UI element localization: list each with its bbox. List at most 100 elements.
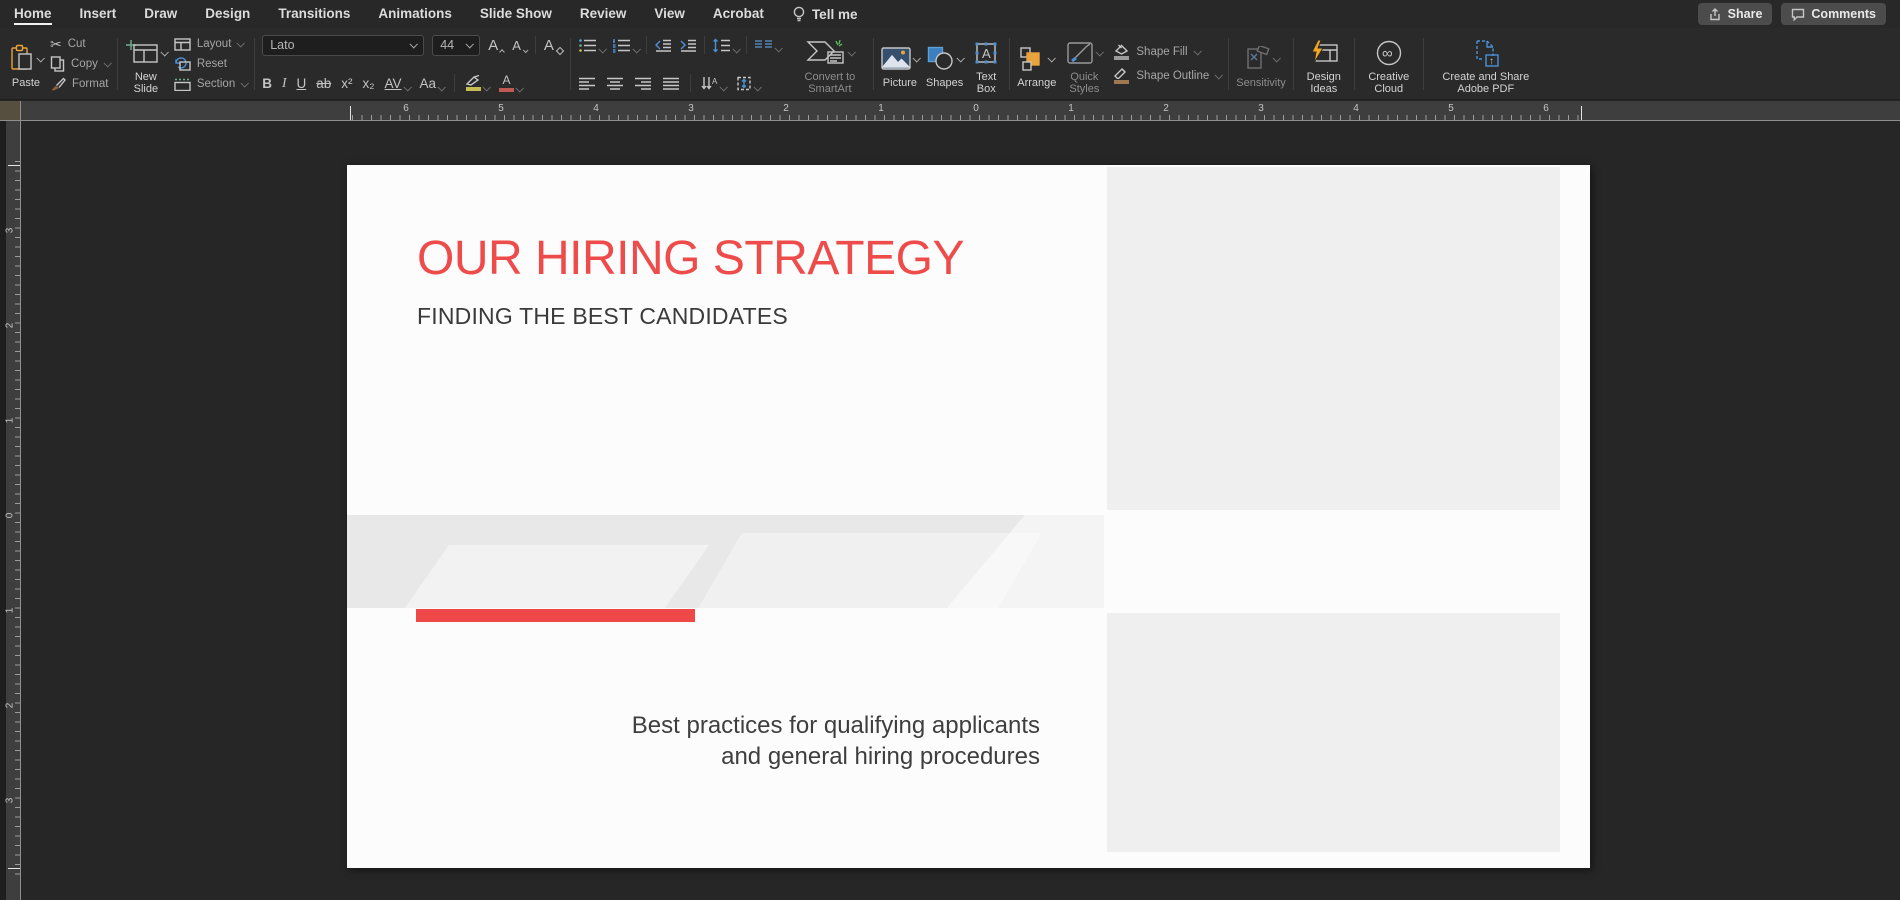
design-ideas-button[interactable]: Design Ideas xyxy=(1301,34,1347,95)
slide-subtitle[interactable]: FINDING THE BEST CANDIDATES xyxy=(417,303,788,330)
align-center-button[interactable] xyxy=(606,77,624,90)
line-spacing-button[interactable] xyxy=(712,38,739,53)
shape-fill-icon xyxy=(1112,44,1130,55)
shapes-button[interactable]: Shapes xyxy=(926,40,963,89)
arrange-button[interactable]: Arrange xyxy=(1017,40,1056,89)
convert-smartart-button[interactable]: Convert to SmartArt xyxy=(794,34,866,95)
decrease-font-button[interactable]: A xyxy=(512,38,527,53)
shape-outline-color-bar xyxy=(1114,80,1129,84)
scissors-icon: ✂ xyxy=(50,36,62,53)
change-case-button[interactable]: Aa xyxy=(420,76,445,91)
paste-button[interactable]: Paste xyxy=(9,40,43,89)
bullets-button[interactable] xyxy=(578,38,605,53)
sensitivity-icon xyxy=(1243,46,1271,72)
ruler-number: 3 xyxy=(688,103,694,114)
text-box-button[interactable]: A Text Box xyxy=(970,34,1002,95)
cut-button[interactable]: ✂ Cut xyxy=(50,36,110,52)
increase-font-button[interactable]: A xyxy=(488,37,504,54)
bold-button[interactable]: B xyxy=(262,76,272,91)
text-box-icon: A xyxy=(973,40,999,66)
accent-bar[interactable] xyxy=(416,609,695,622)
tell-me[interactable]: Tell me xyxy=(792,6,858,23)
tab-draw[interactable]: Draw xyxy=(144,0,177,28)
layout-button[interactable]: Layout xyxy=(174,36,247,52)
copy-label: Copy xyxy=(71,58,98,70)
highlight-color-button[interactable] xyxy=(465,75,489,91)
horizontal-ruler: 6 5 4 3 2 1 0 1 2 3 4 5 6 xyxy=(0,101,1900,121)
numbering-chevron-icon xyxy=(632,45,640,53)
share-button[interactable]: Share xyxy=(1698,3,1773,25)
format-painter-button[interactable]: Format xyxy=(50,76,110,92)
font-color-button[interactable]: A xyxy=(499,74,522,92)
text-direction-chevron-icon xyxy=(719,83,727,91)
strikethrough-button[interactable]: ab xyxy=(316,76,331,91)
image-strip[interactable] xyxy=(347,515,1104,608)
arrange-label: Arrange xyxy=(1017,77,1056,89)
underline-button[interactable]: U xyxy=(296,76,306,91)
paste-label: Paste xyxy=(12,77,40,89)
align-right-button[interactable] xyxy=(634,77,652,90)
tab-insert[interactable]: Insert xyxy=(80,0,117,28)
ruler-number: 6 xyxy=(403,103,409,114)
numbering-button[interactable] xyxy=(612,38,639,53)
columns-button[interactable] xyxy=(754,39,781,52)
font-family-chevron-icon xyxy=(410,40,418,48)
ruler-number: 6 xyxy=(1543,103,1549,114)
font-family-select[interactable]: Lato xyxy=(262,35,424,56)
ruler-number: 1 xyxy=(1068,103,1074,114)
create-share-pdf-button[interactable]: ↑ Create and Share Adobe PDF xyxy=(1431,34,1541,95)
align-left-icon xyxy=(578,77,596,90)
tab-slide-show[interactable]: Slide Show xyxy=(480,0,552,28)
shape-outline-button[interactable]: Shape Outline xyxy=(1112,68,1221,84)
slide-title[interactable]: OUR HIRING STRATEGY xyxy=(417,231,964,286)
subscript-button[interactable]: x₂ xyxy=(363,76,375,91)
reset-button[interactable]: Reset xyxy=(174,56,247,72)
slide-body-text[interactable]: Best practices for qualifying applicants… xyxy=(632,710,1040,772)
tab-animations[interactable]: Animations xyxy=(378,0,452,28)
align-text-button[interactable] xyxy=(736,76,760,91)
comments-button[interactable]: Comments xyxy=(1781,3,1886,25)
mini-divider xyxy=(690,74,691,92)
font-color-bar xyxy=(499,88,514,92)
ruler-edge-tick xyxy=(8,868,20,869)
increase-indent-button[interactable] xyxy=(679,39,697,52)
line-spacing-icon xyxy=(712,38,731,53)
justify-button[interactable] xyxy=(662,77,680,90)
mini-divider xyxy=(646,36,647,54)
ruler-number: 1 xyxy=(4,608,15,614)
quick-styles-button[interactable]: Quick Styles xyxy=(1063,34,1105,95)
copy-button[interactable]: Copy xyxy=(50,56,110,72)
shape-fill-button[interactable]: Shape Fill xyxy=(1112,44,1221,60)
sensitivity-button[interactable]: Sensitivity xyxy=(1236,40,1286,89)
picture-icon xyxy=(881,47,911,70)
new-slide-button[interactable]: New Slide xyxy=(125,34,167,95)
section-button[interactable]: Section xyxy=(174,76,247,92)
bullets-icon xyxy=(578,38,597,53)
highlight-chevron-icon xyxy=(482,83,490,91)
text-direction-button[interactable]: A xyxy=(701,76,726,91)
clear-formatting-button[interactable]: A xyxy=(544,37,563,54)
italic-button[interactable]: I xyxy=(282,75,287,91)
creative-cloud-button[interactable]: ∞ Creative Cloud xyxy=(1362,34,1416,95)
superscript-button[interactable]: x² xyxy=(341,76,352,91)
decrease-caret-icon xyxy=(523,47,529,53)
tab-acrobat[interactable]: Acrobat xyxy=(713,0,764,28)
tab-review[interactable]: Review xyxy=(580,0,627,28)
decrease-indent-button[interactable] xyxy=(654,39,672,52)
character-spacing-button[interactable]: AV xyxy=(385,76,410,91)
font-color-glyph: A xyxy=(503,74,511,87)
ruler-number: 3 xyxy=(4,228,15,234)
image-placeholder-top[interactable] xyxy=(1107,167,1560,510)
tab-design[interactable]: Design xyxy=(205,0,250,28)
vertical-ruler-ticks xyxy=(15,161,20,876)
font-size-select[interactable]: 44 xyxy=(432,35,480,56)
shapes-chevron-icon xyxy=(956,54,964,62)
image-placeholder-bottom[interactable] xyxy=(1107,613,1560,852)
picture-button[interactable]: Picture xyxy=(881,40,919,89)
format-label: Format xyxy=(72,78,108,90)
decrease-font-glyph: A xyxy=(512,38,521,53)
align-left-button[interactable] xyxy=(578,77,596,90)
tab-home[interactable]: Home xyxy=(14,0,52,28)
tab-view[interactable]: View xyxy=(654,0,685,28)
tab-transitions[interactable]: Transitions xyxy=(278,0,350,28)
